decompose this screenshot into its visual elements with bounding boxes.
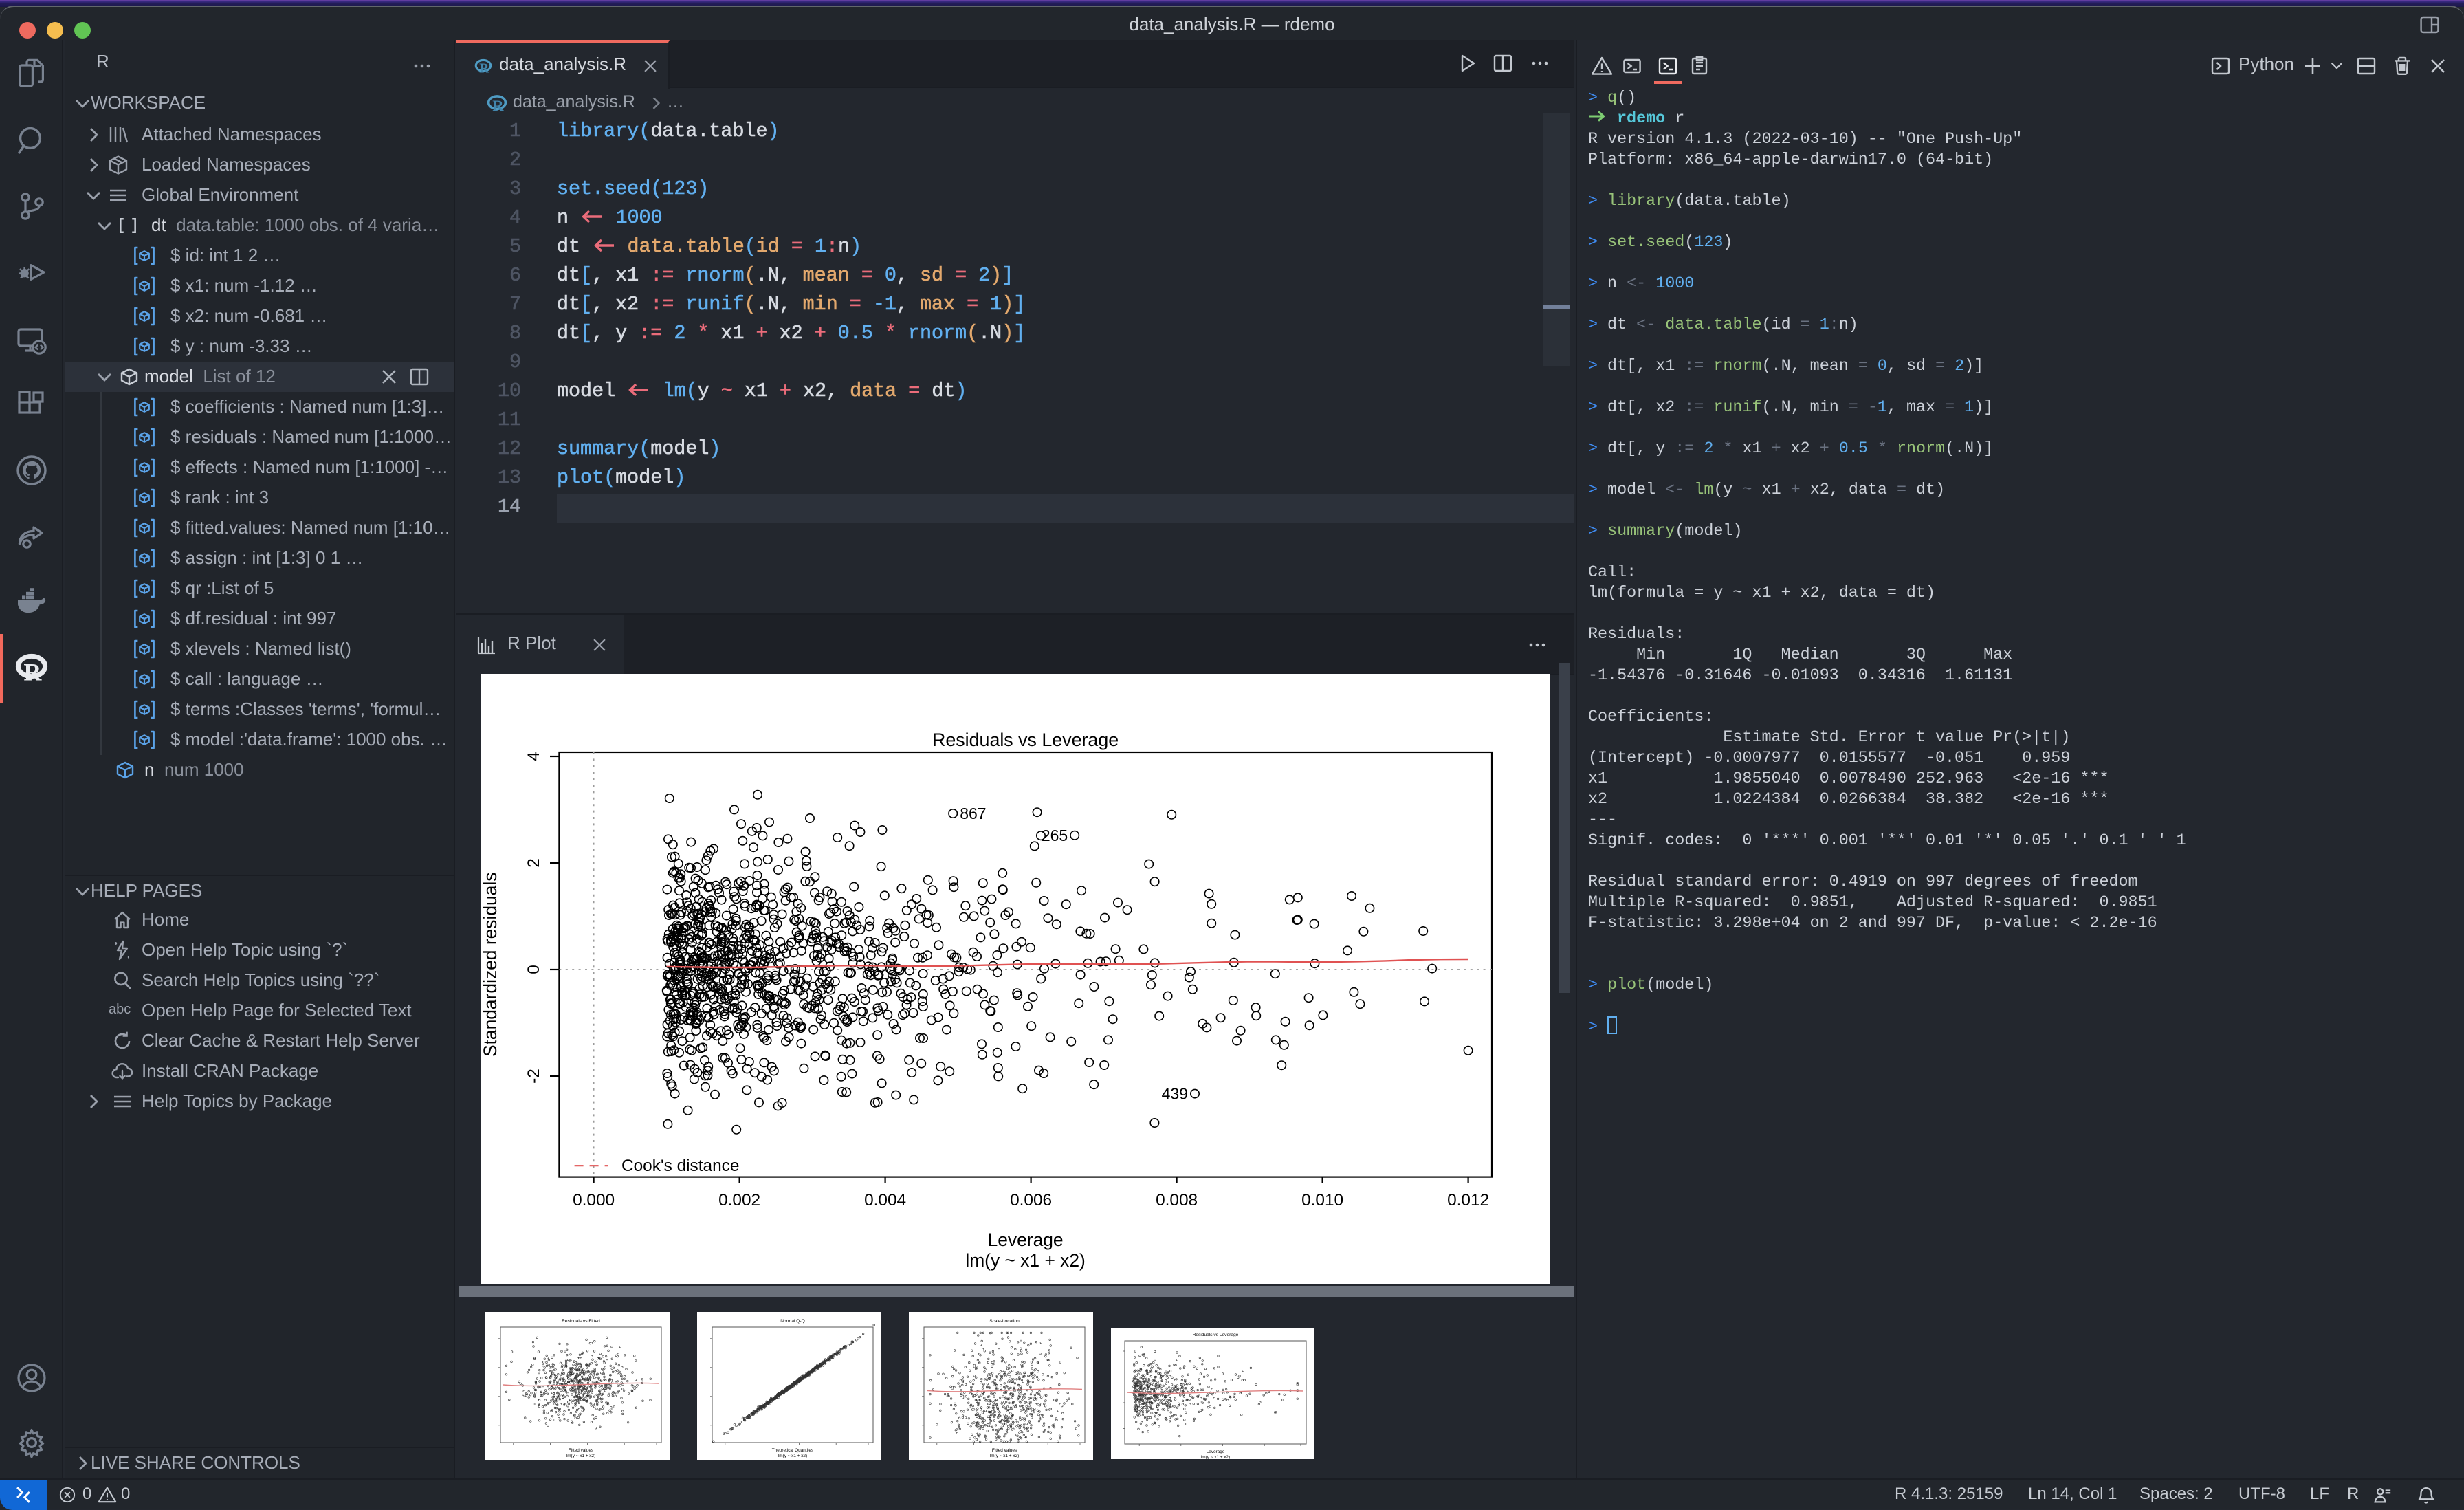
svg-text:439: 439 xyxy=(1162,1085,1188,1103)
svg-text:lm(y ~ x1 + x2): lm(y ~ x1 + x2) xyxy=(990,1454,1019,1458)
svg-text:0.004: 0.004 xyxy=(864,1191,906,1210)
svg-text:Residuals vs Leverage: Residuals vs Leverage xyxy=(932,730,1119,750)
svg-text:0.006: 0.006 xyxy=(1010,1191,1052,1210)
svg-text:-2: -2 xyxy=(525,1069,543,1084)
svg-text:0.002: 0.002 xyxy=(718,1191,760,1210)
svg-text:lm(y ~ x1 + x2): lm(y ~ x1 + x2) xyxy=(1201,1455,1230,1459)
svg-text:Scale-Location: Scale-Location xyxy=(989,1319,1020,1324)
svg-text:Fitted values: Fitted values xyxy=(992,1448,1017,1453)
svg-text:0.010: 0.010 xyxy=(1301,1191,1343,1210)
svg-text:Normal Q-Q: Normal Q-Q xyxy=(780,1319,805,1324)
svg-text:Fitted values: Fitted values xyxy=(569,1448,593,1453)
svg-text:Residuals vs Leverage: Residuals vs Leverage xyxy=(1193,1333,1239,1337)
svg-text:Residuals vs Fitted: Residuals vs Fitted xyxy=(562,1319,600,1324)
svg-text:Standardized residuals: Standardized residuals xyxy=(481,873,500,1057)
svg-text:265: 265 xyxy=(1042,827,1068,844)
svg-text:Leverage: Leverage xyxy=(1207,1449,1225,1454)
svg-text:0.000: 0.000 xyxy=(573,1191,615,1210)
svg-text:867: 867 xyxy=(960,805,986,822)
svg-text:Theoretical Quantiles: Theoretical Quantiles xyxy=(772,1448,813,1453)
svg-text:Leverage: Leverage xyxy=(988,1229,1064,1250)
svg-text:lm(y ~ x1 + x2): lm(y ~ x1 + x2) xyxy=(778,1454,807,1458)
svg-text:0.008: 0.008 xyxy=(1156,1191,1198,1210)
svg-text:lm(y ~ x1 + x2): lm(y ~ x1 + x2) xyxy=(566,1454,595,1458)
svg-text:4: 4 xyxy=(525,752,543,761)
svg-text:Cook's distance: Cook's distance xyxy=(622,1157,739,1175)
svg-text:lm(y ~ x1 + x2): lm(y ~ x1 + x2) xyxy=(965,1250,1086,1271)
svg-text:2: 2 xyxy=(525,858,543,868)
svg-text:0: 0 xyxy=(525,965,543,974)
svg-text:0.012: 0.012 xyxy=(1447,1191,1489,1210)
